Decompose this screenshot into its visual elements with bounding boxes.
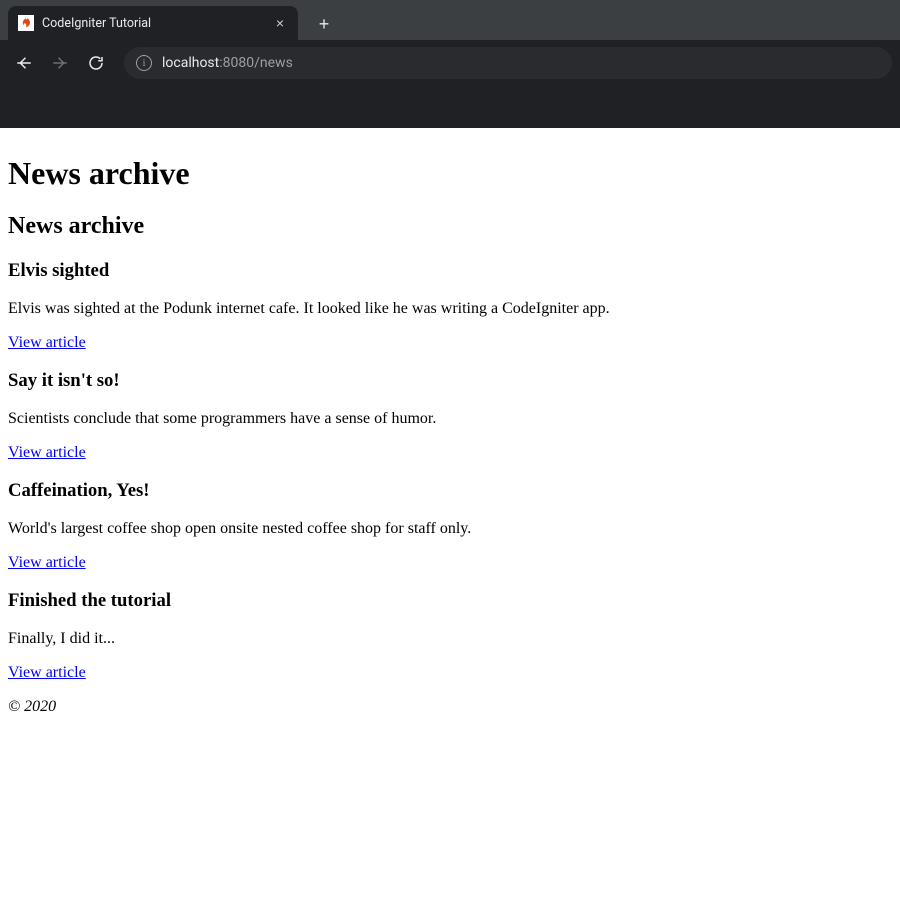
article-title: Caffeination, Yes! xyxy=(8,480,892,502)
article-body: Scientists conclude that some programmer… xyxy=(8,410,892,428)
address-bar[interactable]: i localhost:8080/news xyxy=(124,47,892,79)
forward-button[interactable] xyxy=(44,47,76,79)
favicon-codeigniter xyxy=(18,15,34,31)
view-article-link[interactable]: View article xyxy=(8,664,86,681)
tab-title: CodeIgniter Tutorial xyxy=(42,16,264,31)
view-article-link[interactable]: View article xyxy=(8,444,86,461)
reload-icon xyxy=(87,54,105,72)
browser-chrome: CodeIgniter Tutorial × + i localhost:808… xyxy=(0,0,900,128)
site-info-icon[interactable]: i xyxy=(136,55,152,71)
back-button[interactable] xyxy=(8,47,40,79)
browser-toolbar: i localhost:8080/news xyxy=(0,40,900,86)
new-tab-button[interactable]: + xyxy=(310,10,338,38)
view-article-link[interactable]: View article xyxy=(8,554,86,571)
reload-button[interactable] xyxy=(80,47,112,79)
browser-tab[interactable]: CodeIgniter Tutorial × xyxy=(8,6,298,40)
article-title: Finished the tutorial xyxy=(8,590,892,612)
article-body: Elvis was sighted at the Podunk internet… xyxy=(8,300,892,318)
page-content: News archive News archive Elvis sighted … xyxy=(0,128,900,740)
tab-strip: CodeIgniter Tutorial × + xyxy=(0,0,900,40)
view-article-link[interactable]: View article xyxy=(8,334,86,351)
arrow-right-icon xyxy=(51,54,69,72)
page-h2: News archive xyxy=(8,213,892,240)
url-port-path: :8080/news xyxy=(219,55,293,71)
page-footer: © 2020 xyxy=(8,698,56,715)
page-h1: News archive xyxy=(8,155,892,192)
article-title: Say it isn't so! xyxy=(8,370,892,392)
arrow-left-icon xyxy=(15,54,33,72)
article-body: Finally, I did it... xyxy=(8,630,892,648)
close-tab-icon[interactable]: × xyxy=(272,15,288,31)
url-text: localhost:8080/news xyxy=(162,55,293,71)
url-host: localhost xyxy=(162,55,219,71)
article-title: Elvis sighted xyxy=(8,260,892,282)
article-body: World's largest coffee shop open onsite … xyxy=(8,520,892,538)
